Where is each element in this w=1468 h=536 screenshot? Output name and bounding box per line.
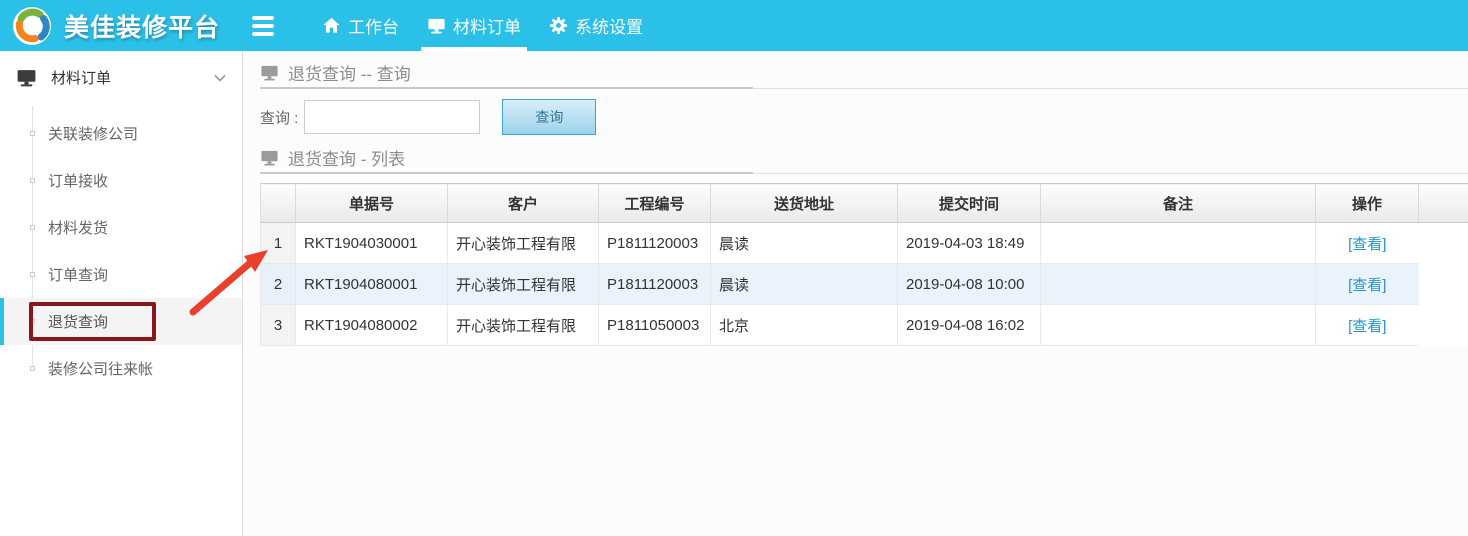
query-section-title: 退货查询 -- 查询 xyxy=(260,57,1468,87)
query-field-label: 查询 : xyxy=(260,107,298,128)
section-title-text: 退货查询 -- 查询 xyxy=(288,60,411,85)
nav-item-label: 材料订单 xyxy=(453,13,521,38)
sidebar-item-label: 订单接收 xyxy=(48,170,108,191)
cell-submit-time: 2019-04-08 10:00 xyxy=(898,264,1041,305)
chevron-down-icon xyxy=(214,74,226,82)
col-header-project-no: 工程编号 xyxy=(599,184,711,223)
view-link[interactable]: [查看] xyxy=(1348,277,1386,294)
query-input[interactable] xyxy=(304,100,480,134)
section-title-text: 退货查询 - 列表 xyxy=(288,145,405,170)
cell-customer: 开心装饰工程有限 xyxy=(448,305,599,346)
cell-project-no: P1811050003 xyxy=(599,305,711,346)
cell-project-no: P1811120003 xyxy=(599,264,711,305)
item-bullet xyxy=(30,272,35,277)
gear-icon xyxy=(549,16,568,35)
sidebar-item-company-accounts[interactable]: 装修公司往来帐 xyxy=(0,345,242,392)
table-row: 3 RKT1904080002 开心装饰工程有限 P1811050003 北京 … xyxy=(261,305,1468,346)
item-bullet xyxy=(30,366,35,371)
col-header-customer: 客户 xyxy=(448,184,599,223)
cell-delivery-address: 晨读 xyxy=(711,264,898,305)
active-indicator-bar xyxy=(0,298,4,345)
col-header-index xyxy=(261,184,296,223)
query-form: 查询 : 查询 xyxy=(260,98,1468,136)
main-content: 退货查询 -- 查询 查询 : 查询 退货查询 - 列表 单据号 客户 工程编号 xyxy=(244,51,1468,536)
nav-item-workbench[interactable]: 工作台 xyxy=(308,0,413,51)
table-row: 2 RKT1904080001 开心装饰工程有限 P1811120003 晨读 … xyxy=(261,264,1468,305)
monitor-icon xyxy=(16,67,37,88)
sidebar-item-order-query[interactable]: 订单查询 xyxy=(0,251,242,298)
sidebar-item-label: 装修公司往来帐 xyxy=(48,358,153,379)
cell-filler xyxy=(1419,305,1468,346)
view-link[interactable]: [查看] xyxy=(1348,236,1386,253)
nav-active-underline xyxy=(421,47,527,51)
cell-doc-no: RKT1904080001 xyxy=(296,264,448,305)
cell-submit-time: 2019-04-08 16:02 xyxy=(898,305,1041,346)
sidebar-item-return-query[interactable]: 退货查询 xyxy=(0,298,242,345)
col-header-doc-no: 单据号 xyxy=(296,184,448,223)
item-bullet xyxy=(30,319,35,324)
hamburger-menu-icon[interactable] xyxy=(246,10,280,42)
cell-submit-time: 2019-04-03 18:49 xyxy=(898,223,1041,264)
view-link[interactable]: [查看] xyxy=(1348,318,1386,335)
table-row: 1 RKT1904030001 开心装饰工程有限 P1811120003 晨读 … xyxy=(261,223,1468,264)
sidebar-root-material-orders[interactable]: 材料订单 xyxy=(0,51,242,104)
cell-remark xyxy=(1041,264,1316,305)
cell-index: 3 xyxy=(261,305,296,346)
main-nav: 工作台 材料订单 xyxy=(308,0,657,51)
section-divider xyxy=(260,87,1468,90)
col-header-filler xyxy=(1419,184,1468,223)
nav-item-label: 工作台 xyxy=(348,13,399,38)
item-bullet xyxy=(30,131,35,136)
cell-doc-no: RKT1904080002 xyxy=(296,305,448,346)
cell-remark xyxy=(1041,305,1316,346)
returns-table: 单据号 客户 工程编号 送货地址 提交时间 备注 操作 1 RKT1904030… xyxy=(260,183,1468,346)
cell-delivery-address: 晨读 xyxy=(711,223,898,264)
nav-item-system-settings[interactable]: 系统设置 xyxy=(535,0,657,51)
sidebar-item-label: 订单查询 xyxy=(48,264,108,285)
monitor-icon xyxy=(427,16,446,35)
nav-item-label: 系统设置 xyxy=(575,13,643,38)
nav-item-material-orders[interactable]: 材料订单 xyxy=(413,0,535,51)
sidebar-item-order-receive[interactable]: 订单接收 xyxy=(0,157,242,204)
list-section-title: 退货查询 - 列表 xyxy=(260,142,1468,172)
cell-index: 1 xyxy=(261,223,296,264)
cell-delivery-address: 北京 xyxy=(711,305,898,346)
cell-doc-no: RKT1904030001 xyxy=(296,223,448,264)
table-header-row: 单据号 客户 工程编号 送货地址 提交时间 备注 操作 xyxy=(261,184,1468,223)
brand-logo-icon xyxy=(12,6,52,46)
cell-index: 2 xyxy=(261,264,296,305)
col-header-remark: 备注 xyxy=(1041,184,1316,223)
col-header-action: 操作 xyxy=(1316,184,1419,223)
col-header-delivery-address: 送货地址 xyxy=(711,184,898,223)
monitor-icon xyxy=(260,63,279,82)
sidebar: 材料订单 关联装修公司 订单接收 材料发货 订单查询 退货查询 xyxy=(0,51,243,536)
cell-customer: 开心装饰工程有限 xyxy=(448,264,599,305)
cell-project-no: P1811120003 xyxy=(599,223,711,264)
sidebar-item-label: 关联装修公司 xyxy=(48,123,138,144)
query-button[interactable]: 查询 xyxy=(502,99,596,135)
sidebar-item-label: 退货查询 xyxy=(48,311,108,332)
item-bullet xyxy=(30,178,35,183)
monitor-icon xyxy=(260,148,279,167)
top-bar: 美佳装修平台 工作台 材料订单 xyxy=(0,0,1468,51)
cell-customer: 开心装饰工程有限 xyxy=(448,223,599,264)
sidebar-item-material-shipping[interactable]: 材料发货 xyxy=(0,204,242,251)
col-header-submit-time: 提交时间 xyxy=(898,184,1041,223)
cell-filler xyxy=(1419,223,1468,264)
sidebar-item-label: 材料发货 xyxy=(48,217,108,238)
section-divider xyxy=(260,172,1468,175)
home-icon xyxy=(322,16,341,35)
cell-remark xyxy=(1041,223,1316,264)
sidebar-submenu: 关联装修公司 订单接收 材料发货 订单查询 退货查询 装修公司往来帐 xyxy=(0,104,242,392)
item-bullet xyxy=(30,225,35,230)
app-title: 美佳装修平台 xyxy=(64,8,220,44)
cell-filler xyxy=(1419,264,1468,305)
sidebar-item-linked-companies[interactable]: 关联装修公司 xyxy=(0,110,242,157)
sidebar-root-label: 材料订单 xyxy=(51,67,111,88)
